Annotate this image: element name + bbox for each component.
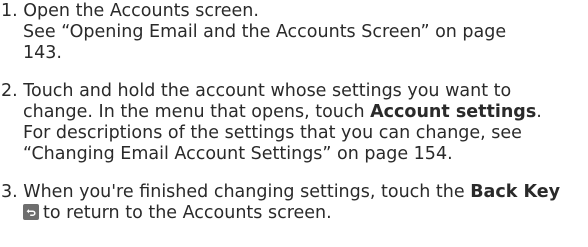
step-2-text-2: change. In the menu that opens, touch	[23, 102, 371, 122]
step-2-period: .	[536, 102, 542, 122]
step-3-number: 3.	[1, 182, 18, 202]
step-2-text-1: Touch and hold the account whose setting…	[23, 81, 512, 101]
step-3-line-2: to return to the Accounts screen.	[1, 203, 587, 224]
back-key-icon	[23, 204, 39, 220]
step-1-reference-line: See “Opening Email and the Accounts Scre…	[23, 22, 507, 42]
back-key-label: Back Key	[470, 182, 561, 202]
step-2-line-1: 2. Touch and hold the account whose sett…	[1, 81, 587, 102]
step-3-text-2: to return to the Accounts screen.	[43, 203, 332, 223]
step-2-line-3: For descriptions of the settings that yo…	[23, 123, 522, 143]
list-item-step-1: 1. Open the Accounts screen. See “Openin…	[1, 1, 587, 64]
step-1-page-number: 143.	[23, 43, 62, 63]
account-settings-label: Account settings	[370, 102, 537, 122]
step-2-line-2: change. In the menu that opens, touch Ac…	[1, 102, 587, 123]
step-2-number: 2.	[1, 81, 18, 101]
step-2-reference-line: “Changing Email Account Settings” on pag…	[23, 144, 453, 164]
step-1-text: Open the Accounts screen.	[23, 1, 259, 21]
list-item-step-3: 3. When you're finished changing setting…	[1, 182, 587, 224]
list-item-step-2: 2. Touch and hold the account whose sett…	[1, 81, 587, 165]
step-1-number: 1.	[1, 1, 18, 21]
step-1-line-1: 1. Open the Accounts screen.	[1, 1, 587, 22]
step-3-line-1: 3. When you're finished changing setting…	[1, 182, 587, 203]
step-3-text-1: When you're finished changing settings, …	[23, 182, 471, 202]
